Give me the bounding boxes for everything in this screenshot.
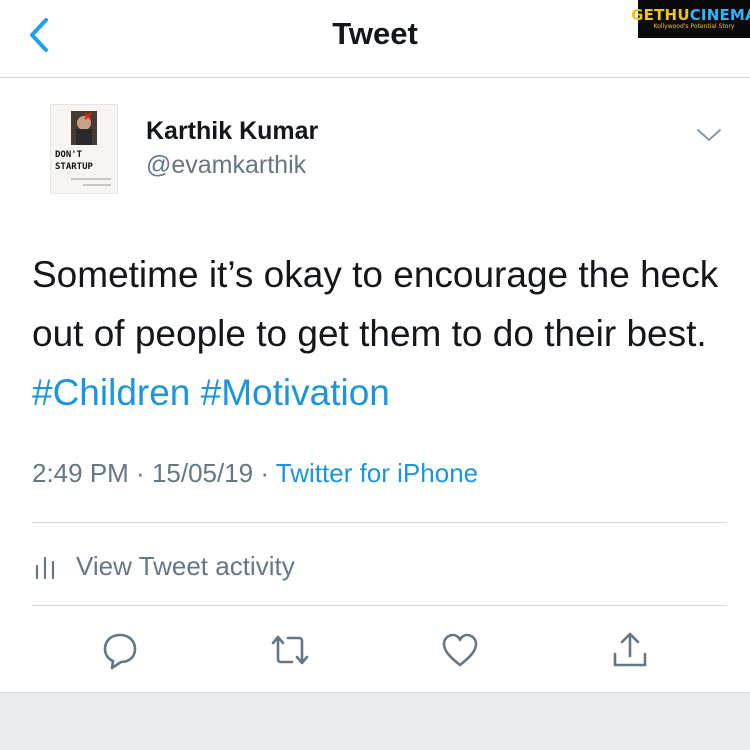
share-button[interactable] [610,630,650,670]
hashtag-children[interactable]: #Children [32,372,190,413]
activity-label: View Tweet activity [76,550,295,581]
watermark-part-a: GETHU [631,6,690,24]
watermark-logo: GETHUCINEMA Kollywood's Potential Story [631,0,750,38]
bar-chart-icon [35,556,55,580]
navigation-bar: Tweet GETHUCINEMA Kollywood's Potential … [0,0,750,78]
hashtag-motivation[interactable]: #Motivation [201,372,390,413]
reply-button[interactable] [100,630,140,670]
view-tweet-activity-button[interactable]: View Tweet activity [32,544,295,588]
tweet-time: 2:49 PM [32,458,129,488]
chevron-down-icon [697,129,721,141]
divider [32,522,727,523]
reply-icon [103,633,137,670]
watermark-part-b: CINEMA [689,6,750,24]
more-options-button[interactable] [694,124,724,146]
svg-text:STARTUP: STARTUP [55,162,94,172]
tweet-date: 15/05/19 [151,458,254,488]
meta-separator: · [253,458,276,488]
avatar[interactable]: DON'T STARTUP [50,104,118,194]
user-handle[interactable]: @evamkarthik [146,151,306,180]
tweet-metadata: 2:49 PM · 15/05/19 · Twitter for iPhone [32,458,478,489]
bottom-panel [0,692,750,750]
share-icon [613,632,647,667]
tweet-text: Sometime it’s okay to encourage the heck… [32,245,722,422]
tweet-body: Sometime it’s okay to encourage the heck… [32,254,719,354]
divider [32,605,727,606]
retweet-button[interactable] [270,630,310,670]
retweet-icon [271,635,309,665]
watermark-tagline: Kollywood's Potential Story [653,23,735,30]
display-name[interactable]: Karthik Kumar [146,117,318,146]
svg-text:DON'T: DON'T [55,150,83,160]
meta-separator: · [128,458,152,488]
tweet-source-link[interactable]: Twitter for iPhone [276,458,478,488]
book-cover-image: DON'T STARTUP [51,105,117,193]
like-button[interactable] [440,630,480,670]
like-icon [442,633,478,667]
